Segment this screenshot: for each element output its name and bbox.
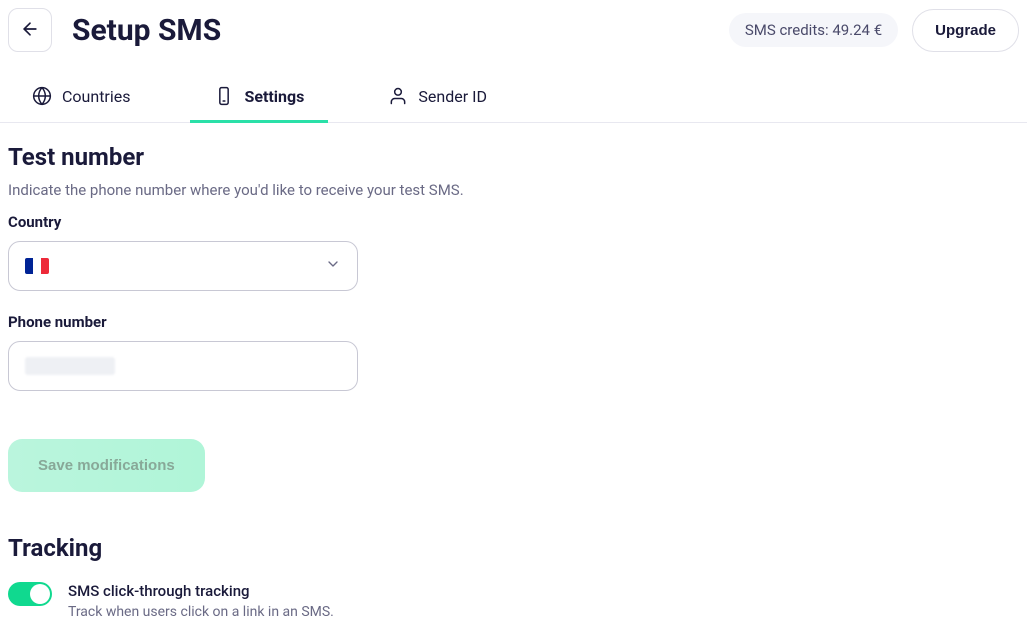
phone-input[interactable] <box>8 341 358 391</box>
chevron-down-icon <box>325 256 341 276</box>
page-header: Setup SMS SMS credits: 49.24 € Upgrade <box>0 0 1027 60</box>
flag-stripe <box>33 258 41 274</box>
flag-france-icon <box>25 258 49 274</box>
tab-label: Sender ID <box>418 87 487 106</box>
back-button[interactable] <box>8 8 52 52</box>
flag-stripe <box>41 258 49 274</box>
user-icon <box>388 86 408 106</box>
globe-icon <box>32 86 52 106</box>
toggle-knob <box>30 584 50 604</box>
arrow-left-icon <box>20 19 40 42</box>
phone-value-redacted <box>25 357 115 375</box>
sms-credits-badge: SMS credits: 49.24 € <box>729 13 898 47</box>
tracking-title: Tracking <box>8 534 1019 562</box>
test-number-title: Test number <box>8 143 1019 171</box>
header-left: Setup SMS <box>8 8 221 52</box>
tab-label: Countries <box>62 87 130 106</box>
flag-stripe <box>25 258 33 274</box>
phone-label: Phone number <box>8 313 1019 331</box>
content: Test number Indicate the phone number wh… <box>0 123 1027 620</box>
phone-field-wrap: Phone number <box>8 313 1019 391</box>
tracking-toggle-row: SMS click-through tracking Track when us… <box>8 582 1019 620</box>
tracking-toggle[interactable] <box>8 582 52 606</box>
tab-countries[interactable]: Countries <box>8 72 154 123</box>
test-number-subtitle: Indicate the phone number where you'd li… <box>8 181 1019 199</box>
tab-label: Settings <box>244 87 304 106</box>
page-title: Setup SMS <box>72 13 221 48</box>
toggle-content: SMS click-through tracking Track when us… <box>68 582 334 620</box>
tracking-toggle-label: SMS click-through tracking <box>68 582 334 600</box>
phone-icon <box>214 86 234 106</box>
save-button[interactable]: Save modifications <box>8 439 205 492</box>
tab-settings[interactable]: Settings <box>190 72 328 123</box>
tab-sender-id[interactable]: Sender ID <box>364 72 511 123</box>
country-label: Country <box>8 213 1019 231</box>
upgrade-button[interactable]: Upgrade <box>912 9 1019 52</box>
tracking-toggle-desc: Track when users click on a link in an S… <box>68 604 334 620</box>
country-select[interactable] <box>8 241 358 291</box>
tracking-section: Tracking SMS click-through tracking Trac… <box>8 534 1019 620</box>
tabs: Countries Settings Sender ID <box>0 72 1027 123</box>
header-right: SMS credits: 49.24 € Upgrade <box>729 9 1019 52</box>
